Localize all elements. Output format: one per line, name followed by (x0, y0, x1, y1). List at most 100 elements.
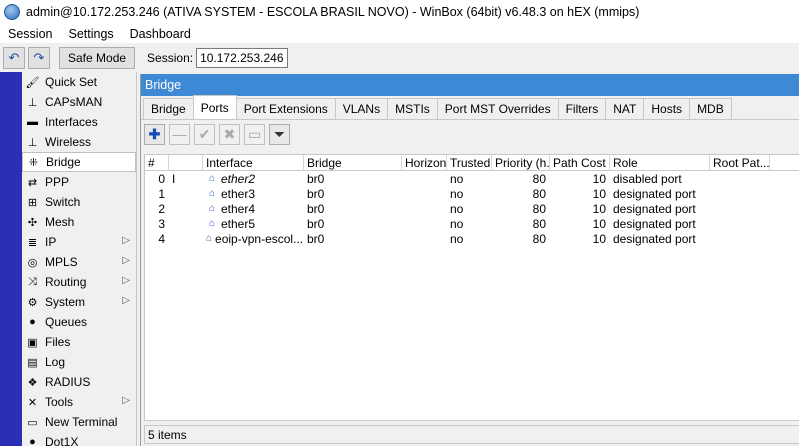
cell-flag: I (172, 171, 176, 186)
table-body: 0 I ⌂ ether2 br0 no 80 10 disabled port 1 ⌂ ether3 b… (145, 171, 799, 246)
col-trusted[interactable]: Trusted (447, 155, 492, 171)
cell-priority: 80 (532, 231, 546, 246)
cell-root-path (710, 216, 770, 231)
table-row[interactable]: 3 ⌂ ether5 br0 no 80 10 designated port (145, 216, 799, 231)
tab-port-mst-overrides[interactable]: Port MST Overrides (436, 98, 559, 119)
winbox-app-icon (4, 4, 20, 20)
undo-button[interactable]: ↶ (3, 46, 25, 69)
cell-idx: 2 (158, 201, 165, 216)
cell-priority: 80 (532, 201, 546, 216)
cell-horizon (402, 216, 447, 231)
tab-filters[interactable]: Filters (557, 98, 607, 119)
sidebar-item-radius[interactable]: ❖ RADIUS (22, 372, 136, 392)
tab-vlans[interactable]: VLANs (334, 98, 389, 119)
menu-session[interactable]: Session (0, 27, 60, 41)
redo-button[interactable]: ↷ (28, 46, 50, 69)
col-role[interactable]: Role (610, 155, 710, 171)
remove-button[interactable]: — (169, 123, 190, 145)
cell-path-cost: 10 (592, 186, 606, 201)
sidebar-item-new-terminal[interactable]: ▭ New Terminal (22, 412, 136, 432)
col-path-cost[interactable]: Path Cost (550, 155, 610, 171)
sidebar-item-interfaces[interactable]: ▬ Interfaces (22, 112, 136, 132)
cell-root-path (710, 171, 770, 186)
sidebar-item-routing[interactable]: ⤨ Routing ▷ (22, 272, 136, 292)
menu-bar: Session Settings Dashboard (0, 24, 799, 43)
terminal-icon: ▭ (27, 416, 38, 429)
menu-dashboard[interactable]: Dashboard (122, 27, 199, 41)
tab-port-extensions[interactable]: Port Extensions (235, 98, 336, 119)
disable-button[interactable]: ✖ (219, 123, 240, 145)
radius-icon: ❖ (27, 376, 38, 389)
add-button[interactable]: ✚ (144, 123, 165, 145)
sidebar-item-log[interactable]: ▤ Log (22, 352, 136, 372)
title-bar: admin@10.172.253.246 (ATIVA SYSTEM - ESC… (0, 0, 799, 24)
menu-settings[interactable]: Settings (60, 27, 121, 41)
sidebar-item-ip[interactable]: ≣ IP ▷ (22, 232, 136, 252)
bridge-window: Bridge Bridge Ports Port Extensions VLANs MS… (140, 74, 799, 446)
col-flags[interactable] (169, 155, 203, 171)
table-row[interactable]: 4 ⌂ eoip-vpn-escol... br0 no 80 10 designated p… (145, 231, 799, 246)
table-row[interactable]: 0 I ⌂ ether2 br0 no 80 10 disabled port (145, 171, 799, 186)
sidebar-item-tools[interactable]: ✕ Tools ▷ (22, 392, 136, 412)
cell-bridge: br0 (307, 216, 325, 231)
cell-idx: 3 (158, 216, 165, 231)
col-horizon[interactable]: Horizon (402, 155, 447, 171)
sidebar-item-mesh[interactable]: ✣ Mesh (22, 212, 136, 232)
sidebar-item-wireless[interactable]: ⊥ Wireless (22, 132, 136, 152)
session-field[interactable]: 10.172.253.246 (196, 47, 288, 68)
sidebar-item-files[interactable]: ▣ Files (22, 332, 136, 352)
tab-mstis[interactable]: MSTIs (387, 98, 438, 119)
tab-mdb[interactable]: MDB (689, 98, 732, 119)
wireless-icon: ⊥ (27, 136, 38, 149)
cell-interface: ⌂ ether2 (203, 171, 304, 186)
sidebar-item-queues[interactable]: ● Queues (22, 312, 136, 332)
sidebar-item-system[interactable]: ⚙ System ▷ (22, 292, 136, 312)
cell-root-path (710, 186, 770, 201)
tab-nat[interactable]: NAT (605, 98, 645, 119)
col-bridge[interactable]: Bridge (304, 155, 402, 171)
ppp-icon: ⇄ (27, 176, 38, 189)
bridge-icon: ⁜ (28, 156, 39, 169)
cell-root-path (710, 231, 770, 246)
filter-button[interactable]: ⏷ (269, 123, 290, 145)
cell-interface: ⌂ eoip-vpn-escol... (203, 231, 304, 246)
cell-bridge: br0 (307, 171, 325, 186)
tab-bridge[interactable]: Bridge (143, 98, 194, 119)
safe-mode-button[interactable]: Safe Mode (59, 46, 136, 69)
enable-button[interactable]: ✔ (194, 123, 215, 145)
comment-icon: ▭ (247, 125, 262, 142)
sidebar-item-dot1x[interactable]: ● Dot1X (22, 432, 136, 446)
sidebar-item-quick-set[interactable]: 🖌 Quick Set (22, 72, 136, 92)
sidebar-item-label: Tools (45, 395, 74, 409)
minus-icon: — (172, 126, 187, 142)
capsman-icon: ⊥ (27, 96, 38, 109)
cell-priority: 80 (532, 186, 546, 201)
col-index[interactable]: # (145, 155, 169, 171)
cell-role: disabled port (613, 171, 682, 186)
sidebar-item-switch[interactable]: ⊞ Switch (22, 192, 136, 212)
system-icon: ⚙ (27, 296, 38, 309)
mpls-icon: ◎ (27, 256, 38, 269)
sidebar-item-label: Mesh (45, 215, 75, 229)
tab-hosts[interactable]: Hosts (643, 98, 691, 119)
col-root-path[interactable]: Root Pat... (710, 155, 770, 171)
col-interface[interactable]: Interface (203, 155, 304, 171)
sidebar-item-label: Dot1X (45, 435, 79, 446)
comment-button[interactable]: ▭ (244, 123, 265, 145)
table-row[interactable]: 2 ⌂ ether4 br0 no 80 10 designated port (145, 201, 799, 216)
switch-icon: ⊞ (27, 196, 38, 209)
submenu-arrow-icon: ▷ (122, 275, 130, 286)
tab-ports[interactable]: Ports (192, 95, 237, 119)
sidebar-item-capsman[interactable]: ⊥ CAPsMAN (22, 92, 136, 112)
mesh-icon: ✣ (27, 216, 38, 229)
sidebar-item-ppp[interactable]: ⇄ PPP (22, 172, 136, 192)
cell-horizon (402, 231, 447, 246)
sidebar-item-mpls[interactable]: ◎ MPLS ▷ (22, 252, 136, 272)
cell-bridge: br0 (307, 201, 325, 216)
sidebar-item-label: IP (45, 235, 57, 249)
sidebar-item-bridge[interactable]: ⁜ Bridge (22, 152, 136, 172)
table-row[interactable]: 1 ⌂ ether3 br0 no 80 10 designated port (145, 186, 799, 201)
cell-idx: 0 (158, 171, 165, 186)
bridge-window-title[interactable]: Bridge (141, 74, 799, 96)
col-priority[interactable]: Priority (h... (492, 155, 550, 171)
